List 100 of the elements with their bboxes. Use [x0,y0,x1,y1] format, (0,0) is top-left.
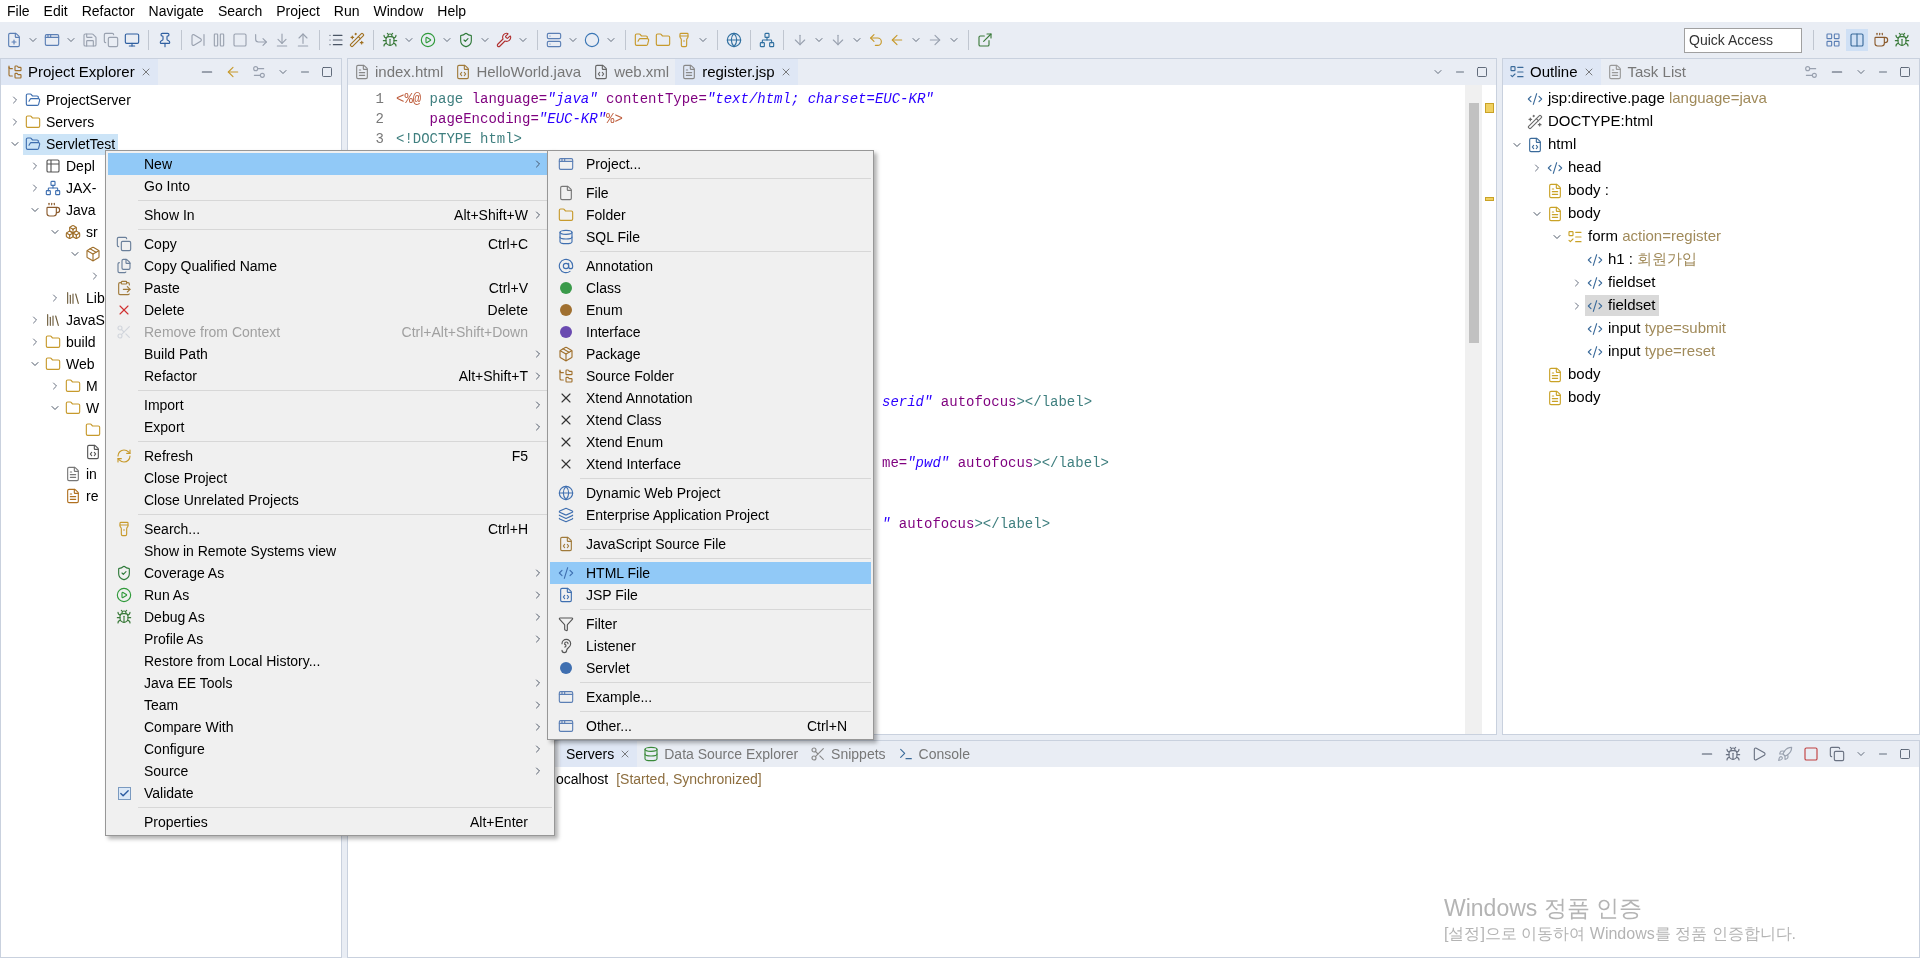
tree-item[interactable]: Depl [43,155,98,177]
stop-icon[interactable] [1803,746,1819,762]
menu-bar-item[interactable]: Help [430,0,474,22]
menu-item[interactable]: Enterprise Application Project [550,504,871,526]
tree-item[interactable]: re [63,485,102,507]
skip-icon[interactable] [190,32,206,48]
save-icon[interactable] [82,32,98,48]
profile-icon[interactable] [1777,746,1793,762]
debug-icon[interactable] [1725,746,1741,762]
panel-tab[interactable]: Snippets [804,741,892,767]
step-return-icon[interactable] [295,32,311,48]
maximize-icon[interactable] [321,66,333,78]
filter-icon[interactable] [1803,64,1819,80]
new-window-icon[interactable] [44,32,60,48]
debug-perspective-icon[interactable] [1894,32,1910,48]
menu-bar-item[interactable]: File [0,0,37,22]
menu-item[interactable]: Project... [550,153,871,175]
tree-item[interactable]: html [1525,134,1580,155]
menu-item[interactable]: File [550,182,871,204]
menu-item[interactable]: SQL File [550,226,871,248]
menu-item[interactable]: Annotation [550,255,871,277]
pause-icon[interactable] [211,32,227,48]
tree-item[interactable]: W [63,397,103,419]
menu-item[interactable]: Xtend Interface [550,453,871,475]
network-icon[interactable] [759,32,775,48]
tree-item[interactable]: input type=reset [1585,341,1719,362]
scrollbar[interactable] [1465,85,1482,734]
maximize-icon[interactable] [1899,66,1911,78]
stop-icon[interactable] [232,32,248,48]
tree-item[interactable]: fieldset [1585,272,1659,293]
filter-icon[interactable] [251,64,267,80]
debug-icon[interactable] [382,32,398,48]
menu-bar-item[interactable]: Edit [36,0,75,22]
tree-item[interactable]: h1 : 회원가입 [1585,249,1701,270]
tree-item[interactable]: input type=submit [1585,318,1729,339]
search-icon[interactable] [676,32,692,48]
menu-item[interactable]: JavaScript Source File [550,533,871,555]
open-perspective-icon[interactable] [1825,32,1841,48]
tree-item[interactable]: ServletTest [23,133,119,155]
panel-tab[interactable]: Console [891,741,976,767]
tree-item[interactable]: Lib [63,287,108,309]
maximize-icon[interactable] [1476,66,1488,78]
java-perspective-icon[interactable] [1873,32,1889,48]
tree-item[interactable]: DOCTYPE:html [1525,111,1656,132]
globe-icon[interactable] [726,32,742,48]
menu-item[interactable]: Filter [550,613,871,635]
menu-item[interactable]: Example... [550,686,871,708]
menu-item[interactable]: Xtend Class [550,409,871,431]
menu-item[interactable]: Listener [550,635,871,657]
tree-item[interactable]: M [63,375,101,397]
panel-tab[interactable]: web.xml [587,59,676,85]
panel-tab[interactable]: Servers [560,741,638,767]
panel-tab[interactable]: Data Source Explorer [637,741,805,767]
tree-item[interactable]: Servers [23,111,98,133]
menu-item[interactable]: Properties Alt+Enter [108,811,552,833]
menu-bar-item[interactable]: Run [326,0,367,22]
panel-tab[interactable]: register.jsp [675,59,798,85]
tree-item[interactable]: JAX- [43,177,100,199]
maximize-icon[interactable] [1899,748,1911,760]
terminal-icon[interactable] [124,32,140,48]
save-all-icon[interactable] [103,32,119,48]
previous-annotation-icon[interactable] [830,32,846,48]
menu-bar-item[interactable]: Search [210,0,270,22]
menu-bar-item[interactable]: Window [366,0,431,22]
tree-item[interactable]: JavaS [43,309,108,331]
annotation-marker[interactable] [1484,197,1494,201]
pin-icon[interactable] [157,32,173,48]
step-into-icon[interactable] [253,32,269,48]
panel-tab[interactable]: index.html [348,59,450,85]
tree-item[interactable]: body : [1545,180,1612,201]
menu-bar-item[interactable]: Project [269,0,327,22]
tree-item[interactable]: head [1545,157,1605,178]
menu-item[interactable]: JSP File [550,584,871,606]
new-file-icon[interactable] [6,32,22,48]
tree-item[interactable]: ProjectServer [23,89,134,111]
publish-icon[interactable] [1829,746,1845,762]
checkbox[interactable] [117,786,131,800]
menu-item[interactable]: Configure [108,738,552,760]
menu-item[interactable]: Package [550,343,871,365]
new-class-icon[interactable] [584,32,600,48]
tree-item[interactable]: sr [63,221,101,243]
java-ee-perspective-icon[interactable] [1849,32,1865,48]
last-edit-icon[interactable] [868,32,884,48]
menu-bar-item[interactable]: Navigate [141,0,211,22]
menu-item[interactable]: Xtend Enum [550,431,871,453]
menu-item[interactable]: HTML File [550,562,871,584]
tree-item[interactable]: body [1545,203,1604,224]
tree-item[interactable]: jsp:directive.page language=java [1525,88,1770,109]
menu-item[interactable]: Dynamic Web Project [550,482,871,504]
menu-item[interactable]: Source [108,760,552,782]
menu-item[interactable]: Other... Ctrl+N [550,715,871,737]
folder-icon[interactable] [655,32,671,48]
menu-item[interactable]: Servlet [550,657,871,679]
back-icon[interactable] [889,32,905,48]
panel-tab[interactable]: Outline [1503,59,1601,85]
menu-item[interactable]: Validate [108,782,552,804]
tree-item[interactable]: body [1545,387,1604,408]
list-icon[interactable] [328,32,344,48]
server-icon[interactable] [546,32,562,48]
tree-item[interactable]: Java [43,199,99,221]
